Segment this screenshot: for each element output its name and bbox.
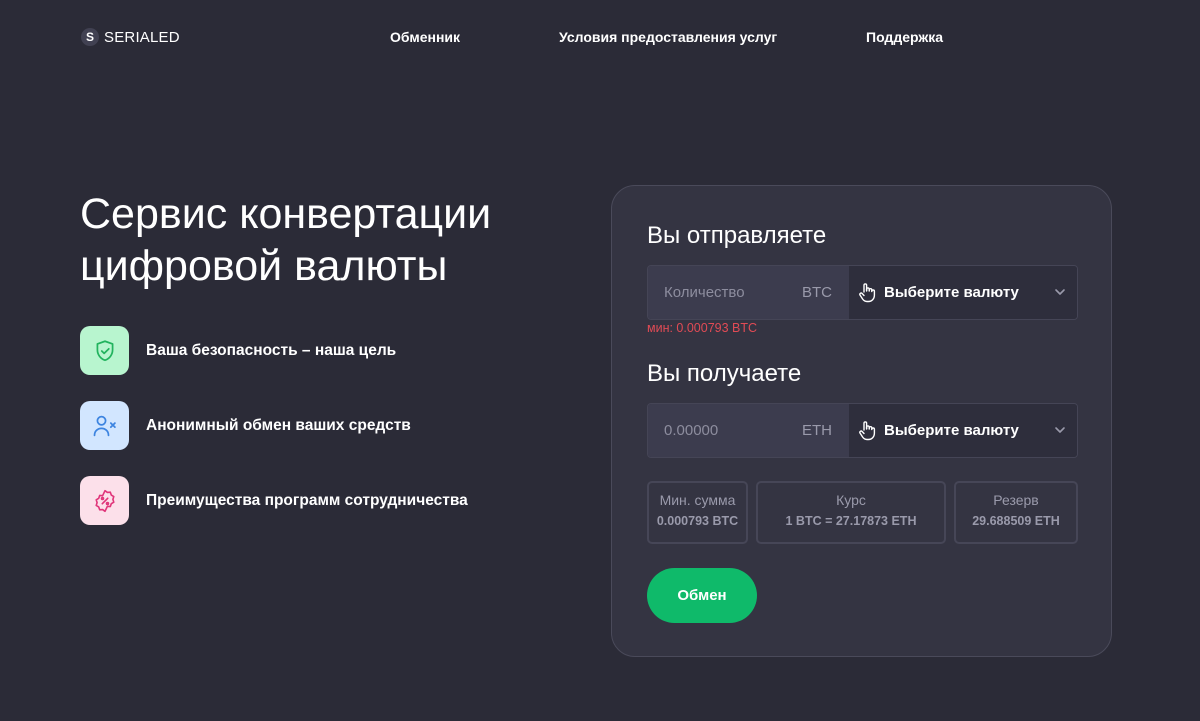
nav-support-link[interactable]: Поддержка — [866, 29, 943, 45]
min-amount-box: Мин. сумма 0.000793 BTC — [647, 481, 748, 544]
feature-security: Ваша безопасность – наша цель — [80, 326, 396, 375]
shield-check-icon — [80, 326, 129, 375]
receive-title: Вы получаете — [647, 360, 802, 387]
hero-title: Сервис конвертации цифровой валюты — [80, 188, 580, 292]
pointer-hand-icon — [859, 420, 876, 440]
header: S SERIALED Обменник Условия предоставлен… — [0, 0, 1200, 75]
rate-label: Курс — [836, 492, 866, 508]
send-amount-input[interactable] — [648, 266, 814, 319]
chevron-down-icon — [1055, 289, 1065, 295]
percent-badge-icon — [80, 476, 129, 525]
user-x-icon — [80, 401, 129, 450]
send-unit-label: BTC — [802, 284, 832, 301]
hero-title-line2: цифровой валюты — [80, 242, 448, 290]
receive-select-label: Выберите валюту — [884, 422, 1019, 439]
send-select-label: Выберите валюту — [884, 284, 1019, 301]
chevron-down-icon — [1055, 427, 1065, 433]
logo-text: SERIALED — [104, 28, 180, 46]
send-amount-box: BTC — [648, 266, 849, 319]
min-amount-value: 0.000793 BTC — [656, 514, 739, 528]
receive-amount-input[interactable] — [648, 404, 814, 457]
send-title: Вы отправляете — [647, 222, 827, 249]
nav-exchanger-link[interactable]: Обменник — [390, 29, 460, 45]
receive-amount-box: ETH — [648, 404, 849, 457]
receive-unit-label: ETH — [802, 422, 832, 439]
rate-value: 1 BTC = 27.17873 ETH — [785, 514, 917, 528]
send-currency-select[interactable]: Выберите валюту — [849, 266, 1077, 319]
send-field-row: BTC Выберите валюту — [647, 265, 1078, 320]
feature-anonymous-text: Анонимный обмен ваших средств — [146, 416, 411, 434]
exchange-card: Вы отправляете BTC Выберите валюту мин: … — [611, 185, 1112, 657]
receive-currency-select[interactable]: Выберите валюту — [849, 404, 1077, 457]
pointer-hand-icon — [859, 282, 876, 302]
rate-box: Курс 1 BTC = 27.17873 ETH — [756, 481, 946, 544]
reserve-box: Резерв 29.688509 ETH — [954, 481, 1078, 544]
reserve-value: 29.688509 ETH — [972, 514, 1060, 528]
feature-anonymous: Анонимный обмен ваших средств — [80, 401, 411, 450]
min-amount-label: Мин. сумма — [659, 492, 736, 508]
logo-icon: S — [81, 28, 99, 46]
min-amount-note: мин: 0.000793 BTC — [647, 321, 758, 335]
hero-title-line1: Сервис конвертации — [80, 190, 492, 238]
receive-field-row: ETH Выберите валюту — [647, 403, 1078, 458]
feature-partnership: Преимущества программ сотрудничества — [80, 476, 468, 525]
nav-terms-link[interactable]: Условия предоставления услуг — [559, 29, 777, 45]
exchange-button[interactable]: Обмен — [647, 568, 757, 623]
reserve-label: Резерв — [993, 492, 1039, 508]
feature-partnership-text: Преимущества программ сотрудничества — [146, 491, 468, 509]
logo[interactable]: S SERIALED — [81, 27, 180, 47]
feature-security-text: Ваша безопасность – наша цель — [146, 341, 397, 359]
